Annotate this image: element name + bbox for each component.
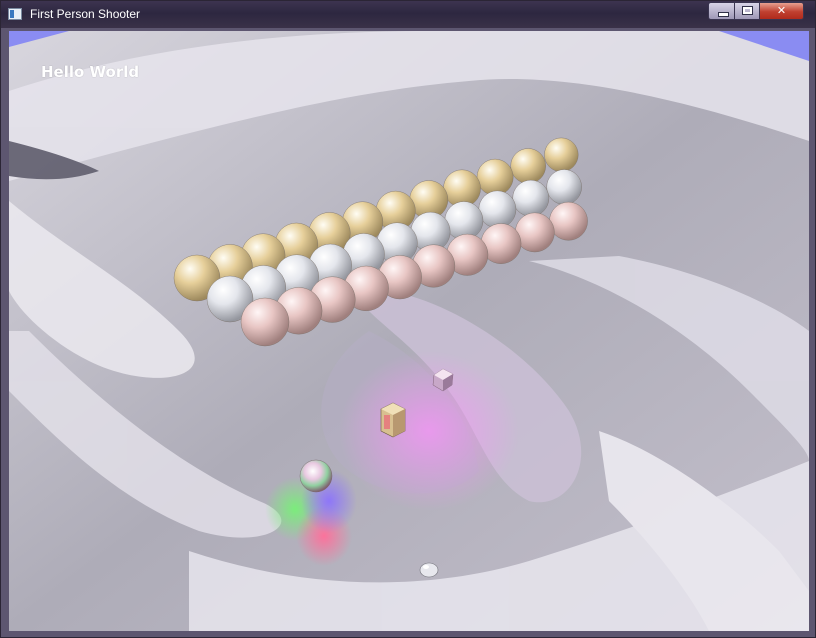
sphere-1-10[interactable]: [476, 158, 514, 196]
sphere-2-9[interactable]: [478, 190, 517, 229]
maximize-button[interactable]: [734, 2, 760, 20]
app-window-icon: [8, 8, 22, 20]
sphere-2-10[interactable]: [512, 179, 550, 217]
sphere-2-8[interactable]: [444, 201, 484, 240]
close-icon: ✕: [776, 4, 787, 17]
sphere-2-11[interactable]: [546, 169, 582, 205]
sphere-1-11[interactable]: [510, 148, 546, 184]
game-viewport[interactable]: Hello World: [9, 31, 809, 631]
title-bar[interactable]: First Person Shooter ✕: [1, 1, 815, 28]
app-window: First Person Shooter ✕ Hello World: [0, 0, 816, 638]
sky-corner-left: [9, 31, 69, 47]
game-scene: [9, 31, 809, 631]
crate[interactable]: [380, 402, 406, 438]
magenta-light-glow: [339, 351, 519, 511]
sphere-1-12[interactable]: [544, 137, 579, 172]
close-button[interactable]: ✕: [759, 2, 804, 20]
sphere-3-1[interactable]: [240, 297, 290, 347]
sky-corner-right: [719, 31, 809, 61]
sphere-3-10[interactable]: [549, 201, 588, 241]
hud-hello-text: Hello World: [41, 63, 140, 81]
window-title: First Person Shooter: [30, 7, 141, 21]
minimize-button[interactable]: [708, 2, 735, 20]
glass-sphere[interactable]: [299, 459, 333, 493]
small-rock[interactable]: [419, 562, 439, 578]
